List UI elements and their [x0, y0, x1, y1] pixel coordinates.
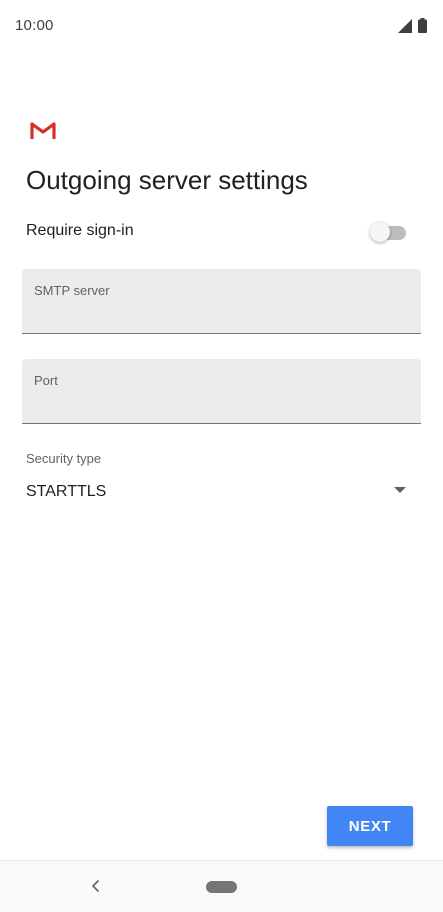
signal-icon — [398, 18, 412, 38]
next-button[interactable]: NEXT — [327, 806, 413, 846]
back-icon[interactable] — [88, 877, 104, 895]
status-icons — [398, 18, 427, 38]
smtp-server-field[interactable]: SMTP server — [22, 269, 421, 334]
home-pill[interactable] — [206, 881, 237, 893]
status-bar: 10:00 — [0, 0, 443, 52]
battery-icon — [418, 18, 427, 38]
navigation-bar — [0, 860, 443, 912]
security-type-dropdown[interactable]: STARTTLS — [22, 474, 414, 510]
smtp-server-label: SMTP server — [34, 283, 110, 298]
require-signin-label: Require sign-in — [26, 222, 134, 239]
security-type-value: STARTTLS — [26, 483, 107, 500]
smtp-server-input[interactable] — [34, 301, 404, 325]
port-field[interactable]: Port — [22, 359, 421, 424]
require-signin-row[interactable]: Require sign-in — [26, 218, 408, 246]
status-time: 10:00 — [15, 17, 54, 34]
gmail-logo — [30, 121, 56, 140]
toggle-thumb — [370, 222, 390, 242]
page-title: Outgoing server settings — [26, 165, 308, 195]
screen: 10:00 Outgoing server settings Require s… — [0, 0, 443, 912]
require-signin-toggle[interactable] — [370, 220, 408, 244]
dropdown-arrow-icon — [394, 487, 406, 493]
port-input[interactable] — [34, 391, 404, 415]
port-label: Port — [34, 373, 58, 388]
security-type-label: Security type — [26, 451, 102, 466]
